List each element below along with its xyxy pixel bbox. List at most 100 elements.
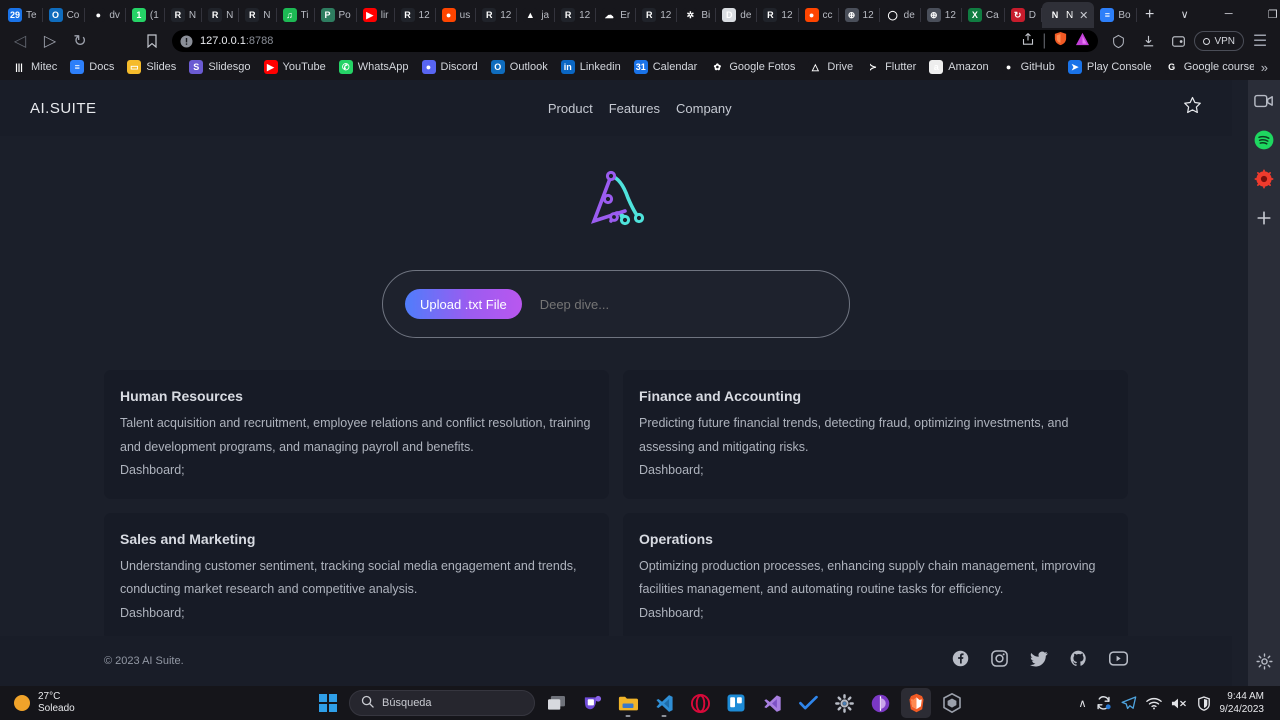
- browser-tab[interactable]: ☁ Er: [596, 2, 637, 28]
- trello-icon[interactable]: [721, 688, 751, 718]
- bookmark-item[interactable]: ▶ YouTube: [258, 58, 332, 76]
- browser-tab[interactable]: ◯ de: [880, 2, 921, 28]
- bookmark-item[interactable]: ≻ Flutter: [860, 58, 922, 76]
- browser-tab[interactable]: ● dv: [85, 2, 126, 28]
- browser-tab[interactable]: ▶ lir: [357, 2, 395, 28]
- bookmark-item[interactable]: S Slidesgo: [183, 58, 256, 76]
- bookmark-item[interactable]: ● GitHub: [996, 58, 1061, 76]
- brave-talk-icon[interactable]: [1253, 90, 1275, 112]
- gear-icon[interactable]: [1253, 650, 1275, 672]
- card-dashboard-label[interactable]: Dashboard;: [639, 602, 1112, 626]
- extension-triangle-icon[interactable]: [1075, 32, 1090, 51]
- browser-tab[interactable]: RN: [165, 2, 203, 28]
- bookmark-item[interactable]: ▭ Slides: [121, 58, 182, 76]
- nav-link-company[interactable]: Company: [676, 101, 732, 116]
- bookmark-item[interactable]: ≡ Docs: [64, 58, 120, 76]
- back-button[interactable]: ◁: [6, 29, 34, 53]
- visual-studio-icon[interactable]: [757, 688, 787, 718]
- card-dashboard-label[interactable]: Dashboard;: [120, 459, 593, 483]
- browser-tab[interactable]: ≡ Bo: [1094, 2, 1137, 28]
- bookmark-item[interactable]: a Amazon: [923, 58, 994, 76]
- browser-tab[interactable]: X Ca: [962, 2, 1005, 28]
- bookmark-item[interactable]: G Google courses: [1159, 58, 1254, 76]
- opera-icon[interactable]: [685, 688, 715, 718]
- volume-muted-icon[interactable]: [1171, 697, 1188, 710]
- card-finance-and-accounting[interactable]: Finance and Accounting Predicting future…: [623, 370, 1128, 499]
- browser-tab[interactable]: R 12: [555, 2, 597, 28]
- browser-menu-icon[interactable]: ☰: [1246, 29, 1274, 53]
- teams-icon[interactable]: [577, 688, 607, 718]
- spotify-icon[interactable]: [1253, 129, 1275, 151]
- vpn-button[interactable]: VPN: [1194, 31, 1244, 51]
- site-brand[interactable]: AI.SUITE: [30, 100, 97, 117]
- browser-tab[interactable]: R 12: [636, 2, 678, 28]
- tor-browser-icon[interactable]: [865, 688, 895, 718]
- file-explorer-icon[interactable]: [613, 688, 643, 718]
- browser-tab[interactable]: O Co: [43, 2, 86, 28]
- downloads-icon[interactable]: [1134, 29, 1162, 53]
- browser-tab[interactable]: ↻ D: [1005, 2, 1042, 28]
- browser-tab[interactable]: RN: [202, 2, 240, 28]
- facebook-icon[interactable]: [952, 650, 969, 672]
- bookmark-item[interactable]: ● Discord: [416, 58, 484, 76]
- github-icon[interactable]: [1070, 650, 1087, 672]
- telegram-icon[interactable]: [1121, 695, 1137, 711]
- share-icon[interactable]: [1021, 32, 1035, 51]
- card-sales-and-marketing[interactable]: Sales and Marketing Understanding custom…: [104, 512, 609, 641]
- maximize-button[interactable]: ❐: [1251, 0, 1280, 28]
- bookmark-item[interactable]: 31 Calendar: [628, 58, 704, 76]
- bookmark-item[interactable]: ✿ Google Fotos: [704, 58, 801, 76]
- new-tab-button[interactable]: +: [1137, 2, 1163, 28]
- bookmark-item[interactable]: △ Drive: [802, 58, 859, 76]
- bookmarks-overflow-button[interactable]: »: [1255, 60, 1274, 75]
- brave-icon[interactable]: [901, 688, 931, 718]
- nav-link-product[interactable]: Product: [548, 101, 593, 116]
- browser-tab[interactable]: 1 (1: [126, 2, 165, 28]
- bookmark-this-page-icon[interactable]: [138, 29, 166, 53]
- settings-icon[interactable]: [829, 688, 859, 718]
- tab-search-button[interactable]: ∨: [1163, 0, 1207, 28]
- star-outline-icon[interactable]: [1183, 96, 1202, 120]
- twitter-icon[interactable]: [1030, 651, 1048, 672]
- card-human-resources[interactable]: Human Resources Talent acquisition and r…: [104, 370, 609, 499]
- reload-button[interactable]: ↻: [66, 29, 94, 53]
- card-dashboard-label[interactable]: Dashboard;: [120, 602, 593, 626]
- minimize-button[interactable]: ─: [1207, 0, 1251, 28]
- task-view-icon[interactable]: [541, 688, 571, 718]
- close-tab-icon[interactable]: ✕: [1079, 9, 1088, 22]
- browser-tab[interactable]: ♫ Ti: [277, 2, 315, 28]
- profile-icon[interactable]: [1164, 29, 1192, 53]
- bookmark-item[interactable]: O Outlook: [485, 58, 554, 76]
- browser-tab[interactable]: R 12: [476, 2, 518, 28]
- card-dashboard-label[interactable]: Dashboard;: [639, 459, 1112, 483]
- youtube-icon[interactable]: [1109, 651, 1128, 671]
- wifi-icon[interactable]: [1145, 697, 1162, 710]
- browser-tab[interactable]: Dde: [716, 2, 758, 28]
- nav-link-features[interactable]: Features: [609, 101, 660, 116]
- browser-tab[interactable]: ⊕ 12: [839, 2, 880, 28]
- tray-chevron-icon[interactable]: ∧: [1078, 697, 1086, 710]
- brave-leo-icon[interactable]: [1253, 168, 1275, 190]
- browser-tab[interactable]: R 12: [757, 2, 799, 28]
- browser-tab[interactable]: ✲ Bi: [677, 2, 717, 28]
- bookmark-item[interactable]: in Linkedin: [555, 58, 627, 76]
- browser-tab[interactable]: N N ✕: [1041, 2, 1095, 28]
- start-button[interactable]: [313, 688, 343, 718]
- taskbar-search[interactable]: Búsqueda: [349, 690, 535, 716]
- site-info-icon[interactable]: [180, 35, 193, 48]
- card-operations[interactable]: Operations Optimizing production process…: [623, 512, 1128, 641]
- browser-tab[interactable]: 29 Te: [2, 2, 43, 28]
- address-bar[interactable]: 127.0.0.1:8788 |: [172, 30, 1099, 52]
- gitkraken-icon[interactable]: [937, 688, 967, 718]
- vscode-icon[interactable]: [649, 688, 679, 718]
- forward-button[interactable]: ▷: [36, 29, 64, 53]
- instagram-icon[interactable]: [991, 650, 1008, 672]
- browser-tab[interactable]: ▲ ja: [517, 2, 555, 28]
- sync-icon[interactable]: [1096, 696, 1112, 710]
- taskbar-clock[interactable]: 9:44 AM 9/24/2023: [1220, 690, 1265, 716]
- browser-tab[interactable]: ● cc: [799, 2, 839, 28]
- browser-tab[interactable]: ⊕ 12: [921, 2, 962, 28]
- add-panel-icon[interactable]: [1253, 207, 1275, 229]
- browser-tab[interactable]: R 12: [395, 2, 436, 28]
- browser-tab[interactable]: P Po: [315, 2, 357, 28]
